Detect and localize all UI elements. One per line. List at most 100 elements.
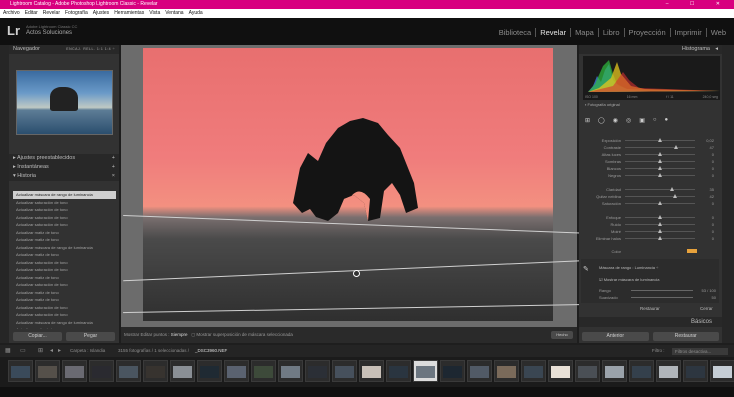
slider-value[interactable]: 0 (698, 151, 714, 158)
filmstrip-thumbnail[interactable] (332, 360, 357, 382)
slider-thumb[interactable] (658, 166, 662, 170)
slider-value[interactable]: 0 (698, 172, 714, 179)
slider-thumb[interactable] (658, 159, 662, 163)
history-item[interactable]: Actualizar matiz de tono (13, 251, 116, 259)
history-item[interactable]: Actualizar saturación de tono (13, 206, 116, 214)
pins-select[interactable]: Siempre (171, 332, 188, 337)
slider-thumb[interactable] (658, 201, 662, 205)
menu-item[interactable]: Archivo (3, 9, 20, 18)
filter-select[interactable]: Filtros desactiva... (672, 348, 728, 355)
range-slider[interactable] (631, 290, 693, 291)
overlay-checkbox[interactable]: ◻ (191, 332, 195, 337)
slider-value[interactable]: 42 (698, 193, 714, 200)
slider-row[interactable]: Saturación 0 (581, 200, 717, 207)
mask-show-checkbox[interactable]: ☑ Mostrar máscara de luminancia (599, 277, 660, 282)
slider-thumb[interactable] (658, 229, 662, 233)
grid-view-icon[interactable]: ⊞ (38, 345, 43, 357)
close-button[interactable]: Cerrar (700, 306, 713, 311)
forward-icon[interactable]: ▸ (58, 345, 61, 357)
filmstrip-thumbnail[interactable] (683, 360, 708, 382)
slider-value[interactable]: 47 (698, 144, 714, 151)
filmstrip-thumbnail[interactable] (224, 360, 249, 382)
slider-row[interactable]: Enfoque 0 (581, 214, 717, 221)
slider-thumb[interactable] (669, 187, 674, 191)
filmstrip-thumbnail[interactable] (170, 360, 195, 382)
history-item[interactable]: Actualizar saturación de tono (13, 281, 116, 289)
slider-value[interactable]: 35 (698, 186, 714, 193)
menu-item[interactable]: Fotografía (65, 9, 88, 18)
menu-item[interactable]: Ajustes (93, 9, 109, 18)
filmstrip-thumbnail[interactable] (494, 360, 519, 382)
slider-row[interactable]: Quitar neblina 42 (581, 193, 717, 200)
slider-thumb[interactable] (658, 236, 662, 240)
clear-history-icon[interactable]: × (112, 172, 115, 181)
slider-value[interactable]: 0 (698, 165, 714, 172)
filmstrip-thumbnail[interactable] (602, 360, 627, 382)
slider-row[interactable]: Claridad 35 (581, 186, 717, 193)
module-tab[interactable]: Imprimir (669, 28, 706, 37)
filmstrip-thumbnail[interactable] (629, 360, 654, 382)
grid-icon[interactable]: ▦ (5, 345, 11, 357)
module-tab[interactable]: Web (705, 28, 730, 37)
history-item[interactable]: Actualizar saturación de tono (13, 214, 116, 222)
window-controls[interactable]: – ☐ ✕ (666, 0, 730, 9)
histogram-tool-icon[interactable]: ⊞ (585, 117, 590, 124)
back-icon[interactable]: ◂ (50, 345, 53, 357)
slider-thumb[interactable] (658, 152, 662, 156)
history-item[interactable]: Actualizar máscara de rango de luminanci… (13, 244, 116, 252)
history-item[interactable]: Actualizar matiz de tono (13, 229, 116, 237)
slider-track[interactable] (625, 196, 695, 197)
filmstrip-thumbnail[interactable] (710, 360, 734, 382)
menu-item[interactable]: Revelar (43, 9, 60, 18)
slider-track[interactable] (625, 189, 695, 190)
filmstrip-thumbnail[interactable] (89, 360, 114, 382)
filmstrip-thumbnail[interactable] (197, 360, 222, 382)
histogram-header[interactable]: Histograma ◂ (579, 45, 722, 54)
folder-label[interactable]: Carpeta : Islandia (70, 345, 105, 357)
radial-filter-icon[interactable]: ○ (653, 117, 657, 123)
filmstrip-thumbnail[interactable] (116, 360, 141, 382)
done-button[interactable]: Hecho (551, 331, 573, 339)
histogram[interactable]: ISO 100 16 mm f / 11 240,0 seg (583, 56, 720, 100)
filmstrip-thumbnail[interactable] (467, 360, 492, 382)
snapshots-header[interactable]: ▸ Instantáneas + (9, 163, 119, 172)
slider-row[interactable]: Ruido 0 (581, 221, 717, 228)
filmstrip-thumbnail[interactable] (656, 360, 681, 382)
history-item[interactable]: Actualizar matiz de tono (13, 326, 116, 329)
filmstrip-thumbnail[interactable] (8, 360, 33, 382)
slider-thumb[interactable] (672, 194, 677, 198)
history-item[interactable]: Actualizar máscara de rango de luminanci… (13, 319, 116, 327)
history-item[interactable]: Actualizar matiz de tono (13, 274, 116, 282)
color-row[interactable]: Color (581, 248, 717, 255)
filmstrip-thumbnail[interactable] (143, 360, 168, 382)
eyedropper-icon[interactable]: ✎ (583, 265, 589, 273)
navigator-preview[interactable] (16, 70, 113, 135)
slider-value[interactable]: 0 (698, 235, 714, 242)
menu-item[interactable]: Editar (25, 9, 38, 18)
filmstrip-thumbnail[interactable] (386, 360, 411, 382)
reset-button[interactable]: Restaurar (640, 306, 660, 311)
spot-removal-icon[interactable]: ◉ (613, 117, 618, 124)
module-tab[interactable]: Libro (597, 28, 624, 37)
add-preset-icon[interactable]: + (112, 154, 115, 163)
nav-zoom-options[interactable]: ENCAJ. RELL. 1:1 1:4 ÷ (66, 45, 115, 54)
history-item[interactable]: Actualizar saturación de tono (13, 304, 116, 312)
filmstrip-thumbnail[interactable] (35, 360, 60, 382)
slider-value[interactable]: 0 (698, 228, 714, 235)
mask-select[interactable]: Máscara de rango : Luminancia ÷ (599, 265, 658, 270)
module-tab[interactable]: Proyección (623, 28, 670, 37)
filmstrip-thumbnail[interactable] (359, 360, 384, 382)
filename[interactable]: _DSC3960.NEF (195, 345, 227, 357)
menu-item[interactable]: Ventana (165, 9, 183, 18)
previous-button[interactable]: Anterior (582, 332, 649, 341)
slider-row[interactable]: Altas luces 0 (581, 151, 717, 158)
slider-value[interactable]: 0,02 (698, 137, 714, 144)
collapse-icon[interactable]: ◂ (715, 45, 718, 54)
module-tab[interactable]: Mapa (570, 28, 598, 37)
paste-button[interactable]: Pegar (66, 332, 115, 341)
history-item[interactable]: Actualizar saturación de tono (13, 311, 116, 319)
module-tab[interactable]: Biblioteca (495, 28, 536, 37)
filmstrip-thumbnail[interactable] (413, 360, 438, 382)
graduated-filter-icon[interactable]: ▣ (639, 117, 645, 124)
filmstrip-thumbnail[interactable] (440, 360, 465, 382)
